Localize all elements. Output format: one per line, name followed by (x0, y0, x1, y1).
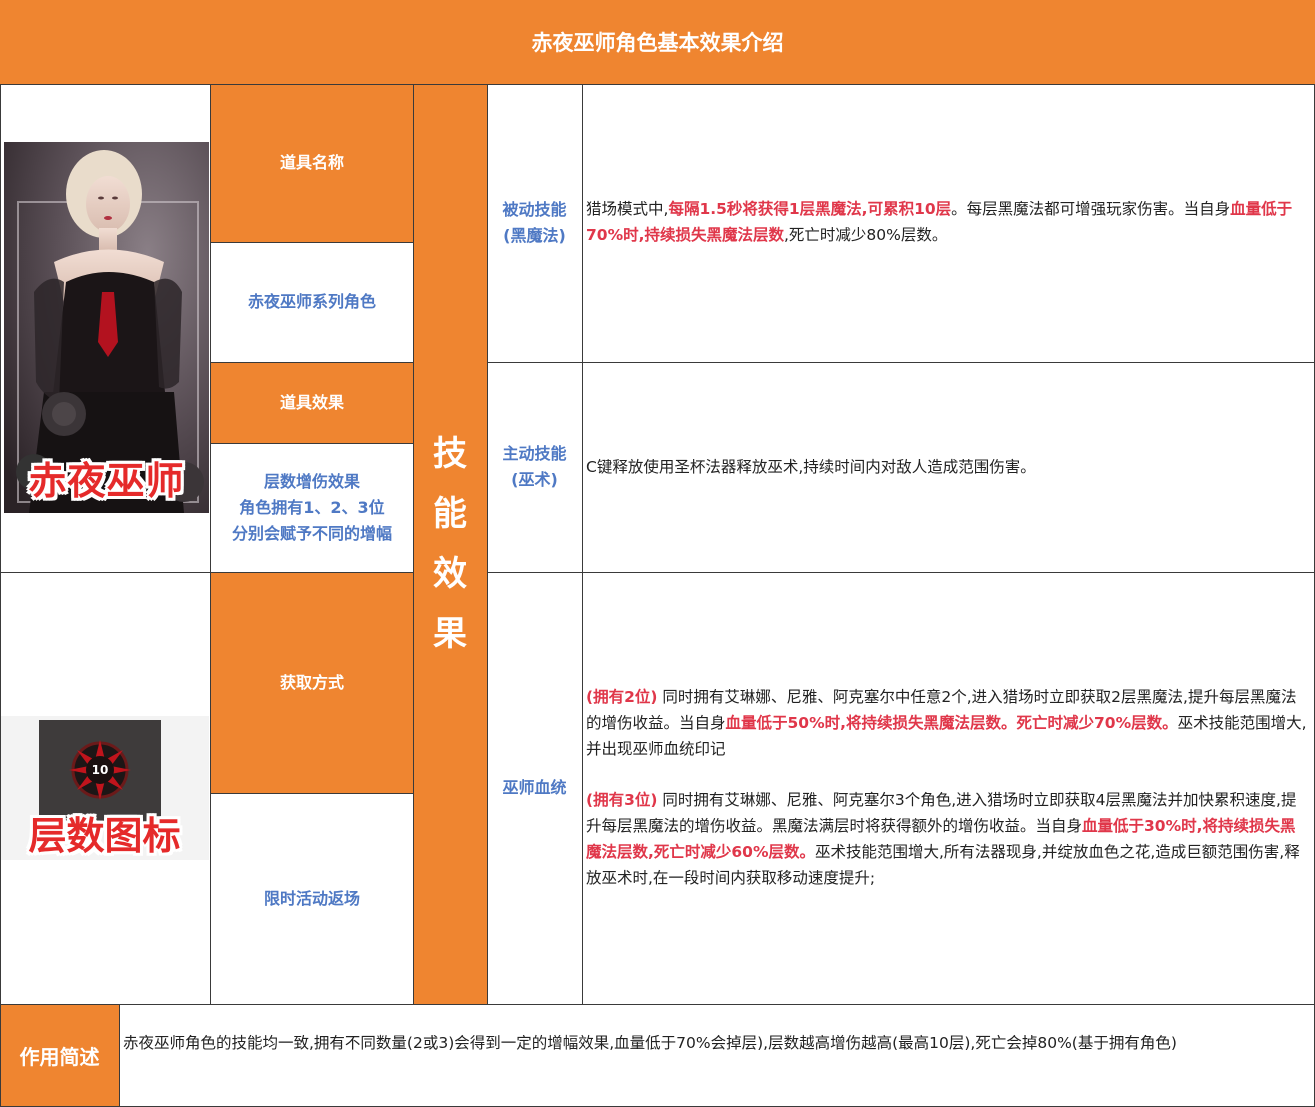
grid-line (487, 362, 1315, 363)
passive-skill-name-cell: 被动技能 (黑魔法) (487, 84, 582, 362)
title-bar: 赤夜巫师角色基本效果介绍 (0, 0, 1315, 84)
active-skill-desc: C键释放使用圣杯法器释放巫术,持续时间内对敌人造成范围伤害。 (586, 458, 1036, 476)
summary-label: 作用简述 (19, 1045, 100, 1069)
passive-skill-name: 被动技能 (502, 200, 567, 219)
bloodline-name-cell: 巫师血统 (487, 572, 582, 1004)
grid-line (0, 572, 413, 573)
page-title: 赤夜巫师角色基本效果介绍 (531, 31, 784, 55)
item-effect-value-line-2: 角色拥有1、2、3位 (239, 497, 385, 517)
grid-line (0, 84, 1, 1107)
character-portrait: 赤夜巫师 (4, 142, 209, 513)
bloodline-desc-3: (拥有3位) 同时拥有艾琳娜、尼雅、阿克塞尔3个角色,进入猎场时立即获取4层黑魔… (586, 791, 1300, 887)
item-name-label: 道具名称 (279, 153, 344, 172)
passive-skill-type: (黑魔法) (503, 226, 566, 245)
obtain-label: 获取方式 (279, 672, 344, 692)
stack-icon-label: 层数图标 (28, 813, 181, 858)
active-skill-name: 主动技能 (502, 444, 567, 463)
grid-line (210, 84, 211, 1004)
character-banner-text: 赤夜巫师 (28, 458, 185, 503)
grid-line (211, 242, 413, 243)
bloodline-desc-2: (拥有2位) 同时拥有艾琳娜、尼雅、阿克塞尔中任意2个,进入猎场时立即获取2层黑… (586, 688, 1307, 758)
skill-effect-label: 技能效果 (433, 434, 467, 654)
grid-line (413, 84, 414, 1004)
item-name-value-cell: 赤夜巫师系列角色 (211, 242, 413, 362)
item-effect-value-line-1: 层数增伤效果 (263, 471, 360, 491)
summary-label-cell: 作用简述 (0, 1004, 119, 1107)
grid-line (211, 443, 413, 444)
character-banner: 赤夜巫师 (4, 447, 209, 507)
item-effect-label: 道具效果 (279, 392, 344, 412)
item-name-value: 赤夜巫师系列角色 (247, 292, 376, 311)
active-skill-type: (巫术) (511, 470, 558, 489)
grid-line (211, 793, 413, 794)
grid-line (487, 572, 1315, 573)
grid-line (582, 84, 583, 1004)
stack-icon-image: 10 层数图标 (0, 716, 209, 860)
obtain-value: 限时活动返场 (263, 888, 360, 908)
item-effect-value-line-3: 分别会赋予不同的增幅 (231, 523, 392, 543)
skill-effect-cell: 技能效果 (413, 84, 487, 1004)
item-effect-label-cell: 道具效果 (211, 362, 413, 443)
grid-line (119, 1004, 120, 1107)
grid-line (211, 362, 413, 363)
stack-icon-number: 10 (91, 763, 109, 777)
grid-line (0, 84, 1315, 85)
grid-line (487, 84, 488, 1004)
item-name-label-cell: 道具名称 (211, 84, 413, 242)
bloodline-skill-name: 巫师血统 (502, 778, 567, 797)
active-skill-name-cell: 主动技能 (巫术) (487, 362, 582, 572)
stack-icon-label-box: 层数图标 (0, 804, 209, 860)
grid-line (0, 1004, 1315, 1005)
item-effect-value-cell: 层数增伤效果 角色拥有1、2、3位 分别会赋予不同的增幅 (211, 443, 413, 572)
obtain-value-cell: 限时活动返场 (211, 793, 413, 1004)
obtain-label-cell: 获取方式 (211, 572, 413, 793)
summary-text: 赤夜巫师角色的技能均一致,拥有不同数量(2或3)会得到一定的增幅效果,血量低于7… (123, 1034, 1177, 1052)
passive-skill-desc: 猎场模式中,每隔1.5秒将获得1层黑魔法,可累积10层。每层黑魔法都可增强玩家伤… (586, 200, 1293, 244)
